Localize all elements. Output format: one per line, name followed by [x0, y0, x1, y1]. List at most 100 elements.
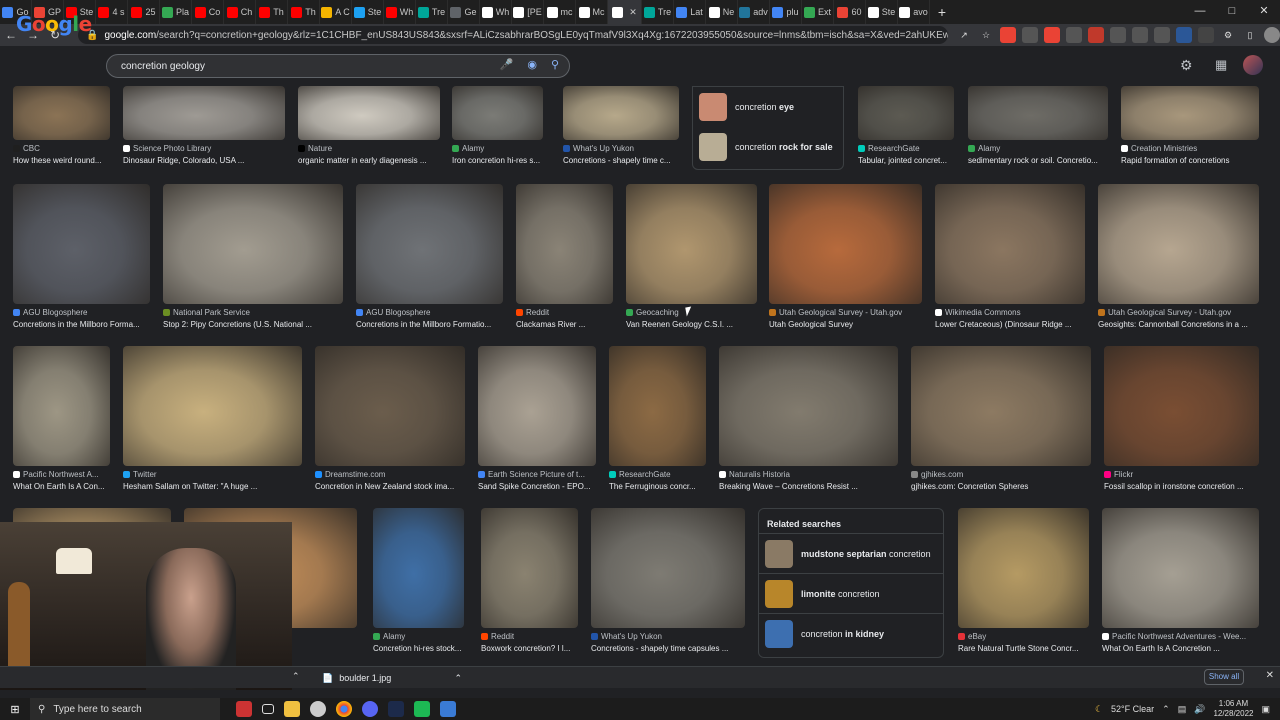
result-thumbnail[interactable] — [452, 86, 543, 140]
result-source[interactable]: Pacific Northwest Adventures - Wee... — [1102, 632, 1259, 641]
result-caption[interactable]: Utah Geological Survey — [769, 320, 922, 329]
image-result[interactable]: Creation Ministries Rapid formation of co… — [1121, 86, 1259, 165]
image-result[interactable]: Utah Geological Survey - Utah.gov Utah Ge… — [769, 184, 922, 329]
result-caption[interactable]: Geosights: Cannonball Concretions in a .… — [1098, 320, 1259, 329]
windows-start-icon[interactable]: ⊞ — [0, 703, 30, 716]
result-source[interactable]: Reddit — [481, 632, 578, 641]
share-icon[interactable]: ↗ — [956, 27, 972, 43]
result-caption[interactable]: Concretion in New Zealand stock ima... — [315, 482, 465, 491]
result-source[interactable]: Creation Ministries — [1121, 144, 1259, 153]
image-result[interactable]: Twitter Hesham Sallam on Twitter: "A huge… — [123, 346, 302, 491]
image-result[interactable]: ResearchGate Tabular, jointed concret... — [858, 86, 954, 165]
browser-tab[interactable]: Mc — [576, 0, 608, 24]
minimize-icon[interactable]: — — [1184, 0, 1216, 24]
chevron-up-icon[interactable]: ⌃ — [292, 671, 300, 682]
chevron-up-icon[interactable]: ⌃ — [1162, 704, 1170, 715]
maximize-icon[interactable]: □ — [1216, 0, 1248, 24]
result-source[interactable]: Utah Geological Survey - Utah.gov — [769, 308, 922, 317]
result-caption[interactable]: What On Earth Is A Concretion ... — [1102, 644, 1259, 653]
result-caption[interactable]: Tabular, jointed concret... — [858, 156, 954, 165]
extension-icon[interactable] — [1176, 27, 1192, 43]
browser-tab[interactable]: Wh — [384, 0, 416, 24]
task-view-icon[interactable] — [262, 704, 274, 714]
browser-tab[interactable]: Co — [192, 0, 224, 24]
settings-gear-icon[interactable]: ⚙ — [1180, 57, 1193, 74]
image-result[interactable]: gjhikes.com gjhikes.com: Concretion Spher… — [911, 346, 1091, 491]
result-source[interactable]: AGU Blogosphere — [356, 308, 503, 317]
image-result[interactable]: Utah Geological Survey - Utah.gov Geosigh… — [1098, 184, 1259, 329]
address-bar[interactable]: 🔒 google.com /search?q=concretion+geolog… — [78, 26, 948, 44]
image-result[interactable]: Dreamstime.com Concretion in New Zealand … — [315, 346, 465, 491]
image-result[interactable]: Alamy sedimentary rock or soil. Concretio… — [968, 86, 1108, 165]
result-source[interactable]: AGU Blogosphere — [13, 308, 150, 317]
result-source[interactable]: Flickr — [1104, 470, 1259, 479]
browser-tab[interactable]: [PE — [512, 0, 544, 24]
result-caption[interactable]: Breaking Wave – Concretions Resist ... — [719, 482, 898, 491]
result-caption[interactable]: organic matter in early diagenesis ... — [298, 156, 440, 165]
browser-tab[interactable]: mc — [544, 0, 576, 24]
result-thumbnail[interactable] — [315, 346, 465, 466]
result-thumbnail[interactable] — [911, 346, 1091, 466]
show-all-button[interactable]: Show all — [1204, 669, 1244, 685]
result-source[interactable]: Utah Geological Survey - Utah.gov — [1098, 308, 1259, 317]
result-thumbnail[interactable] — [1102, 508, 1259, 628]
browser-tab[interactable]: Ge — [448, 0, 480, 24]
image-result[interactable]: Pacific Northwest A... What On Earth Is A… — [13, 346, 110, 491]
apps-grid-icon[interactable]: ▦ — [1215, 57, 1227, 73]
result-thumbnail[interactable] — [373, 508, 464, 628]
image-result[interactable]: Earth Science Picture of t... Sand Spike … — [478, 346, 596, 491]
result-caption[interactable]: Stop 2: Pipy Concretions (U.S. National … — [163, 320, 343, 329]
image-result[interactable]: What's Up Yukon Concretions - shapely tim… — [591, 508, 745, 653]
result-thumbnail[interactable] — [563, 86, 679, 140]
result-thumbnail[interactable] — [935, 184, 1085, 304]
result-thumbnail[interactable] — [968, 86, 1108, 140]
result-thumbnail[interactable] — [481, 508, 578, 628]
extension-icon[interactable] — [1022, 27, 1038, 43]
photoshop-icon[interactable] — [388, 701, 404, 717]
result-caption[interactable]: Lower Cretaceous) (Dinosaur Ridge ... — [935, 320, 1085, 329]
extension-icon[interactable] — [1044, 27, 1060, 43]
image-result[interactable]: ResearchGate The Ferruginous concr... — [609, 346, 706, 491]
image-result[interactable]: CBC How these weird round... — [13, 86, 110, 165]
app-icon[interactable] — [414, 701, 430, 717]
microphone-icon[interactable]: 🎤 — [500, 58, 514, 71]
close-tab-icon[interactable]: ✕ — [629, 7, 637, 18]
result-source[interactable]: What's Up Yukon — [591, 632, 745, 641]
result-source[interactable]: What's Up Yukon — [563, 144, 679, 153]
result-caption[interactable]: The Ferruginous concr... — [609, 482, 706, 491]
result-caption[interactable]: Concretions in the Millboro Forma... — [13, 320, 150, 329]
result-caption[interactable]: Fossil scallop in ironstone concretion .… — [1104, 482, 1259, 491]
extension-icon[interactable] — [1132, 27, 1148, 43]
image-result[interactable]: Reddit Boxwork concretion? I l... — [481, 508, 578, 653]
result-caption[interactable]: Dinosaur Ridge, Colorado, USA ... — [123, 156, 285, 165]
result-caption[interactable]: Rare Natural Turtle Stone Concr... — [958, 644, 1089, 653]
browser-tab[interactable]: Pla — [160, 0, 192, 24]
browser-tab[interactable]: Tre — [416, 0, 448, 24]
extension-icon[interactable] — [1088, 27, 1104, 43]
result-caption[interactable]: Van Reenen Geology C.S.I. ... — [626, 320, 757, 329]
related-search-item[interactable]: concretion rock for sale — [693, 127, 843, 167]
browser-tab[interactable]: Tre — [642, 0, 674, 24]
result-caption[interactable]: How these weird round... — [13, 156, 110, 165]
result-thumbnail[interactable] — [719, 346, 898, 466]
browser-tab[interactable]: Lat — [674, 0, 706, 24]
camera-lens-icon[interactable]: ◉ — [527, 58, 537, 71]
result-source[interactable]: CBC — [13, 144, 110, 153]
result-thumbnail[interactable] — [591, 508, 745, 628]
volume-icon[interactable]: 🔊 — [1194, 704, 1205, 715]
browser-tab[interactable]: Ch — [224, 0, 256, 24]
account-avatar[interactable] — [1243, 55, 1263, 75]
image-result[interactable]: AGU Blogosphere Concretions in the Millbo… — [356, 184, 503, 329]
image-result[interactable]: Geocaching Van Reenen Geology C.S.I. ... — [626, 184, 757, 329]
result-thumbnail[interactable] — [123, 86, 285, 140]
result-source[interactable]: Nature — [298, 144, 440, 153]
search-input[interactable]: concretion geology — [121, 61, 205, 72]
taskbar-search[interactable]: ⚲ Type here to search — [30, 698, 220, 720]
browser-tab[interactable]: 25 — [128, 0, 160, 24]
image-result[interactable]: Nature organic matter in early diagenesis… — [298, 86, 440, 165]
related-search-item[interactable]: concretion eye — [693, 87, 843, 127]
result-thumbnail[interactable] — [13, 346, 110, 466]
related-search-item[interactable]: mudstone septarian concretion — [759, 533, 943, 573]
discord-icon[interactable] — [362, 701, 378, 717]
image-result[interactable]: What's Up Yukon Concretions - shapely tim… — [563, 86, 679, 165]
